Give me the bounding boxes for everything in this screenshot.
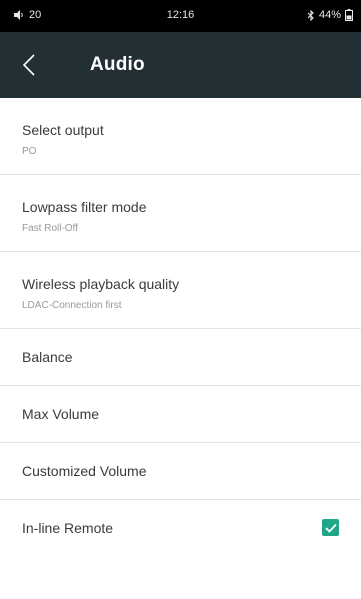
app-bar: Audio bbox=[0, 32, 361, 98]
setting-title: In-line Remote bbox=[22, 520, 114, 536]
page-title: Audio bbox=[90, 54, 145, 75]
status-bar: 20 12:16 44% bbox=[0, 0, 361, 32]
setting-balance[interactable]: Balance bbox=[0, 329, 361, 386]
battery-icon bbox=[345, 9, 353, 21]
setting-customized-volume[interactable]: Customized Volume bbox=[0, 443, 361, 500]
setting-wireless-playback-quality[interactable]: Wireless playback quality LDAC-Connectio… bbox=[0, 252, 361, 329]
battery-indicator: 44% bbox=[307, 9, 353, 21]
setting-title: Select output bbox=[22, 122, 104, 138]
setting-max-volume[interactable]: Max Volume bbox=[0, 386, 361, 443]
checkmark-icon bbox=[324, 523, 337, 533]
setting-value: LDAC-Connection first bbox=[22, 300, 122, 311]
setting-select-output[interactable]: Select output PO bbox=[0, 98, 361, 175]
setting-title: Lowpass filter mode bbox=[22, 199, 147, 215]
setting-title: Customized Volume bbox=[22, 463, 147, 479]
inline-remote-checkbox[interactable] bbox=[322, 519, 339, 536]
setting-value: PO bbox=[22, 146, 37, 157]
setting-title: Wireless playback quality bbox=[22, 276, 180, 292]
chevron-left-icon bbox=[22, 54, 35, 76]
setting-inline-remote[interactable]: In-line Remote bbox=[0, 500, 361, 557]
back-button[interactable] bbox=[14, 50, 44, 80]
battery-percent: 44% bbox=[318, 9, 341, 21]
bluetooth-icon bbox=[307, 9, 314, 21]
settings-list: Select output PO Lowpass filter mode Fas… bbox=[0, 98, 361, 557]
setting-title: Balance bbox=[22, 349, 73, 365]
setting-value: Fast Roll-Off bbox=[22, 223, 78, 234]
setting-lowpass-filter-mode[interactable]: Lowpass filter mode Fast Roll-Off bbox=[0, 175, 361, 252]
setting-title: Max Volume bbox=[22, 406, 100, 422]
